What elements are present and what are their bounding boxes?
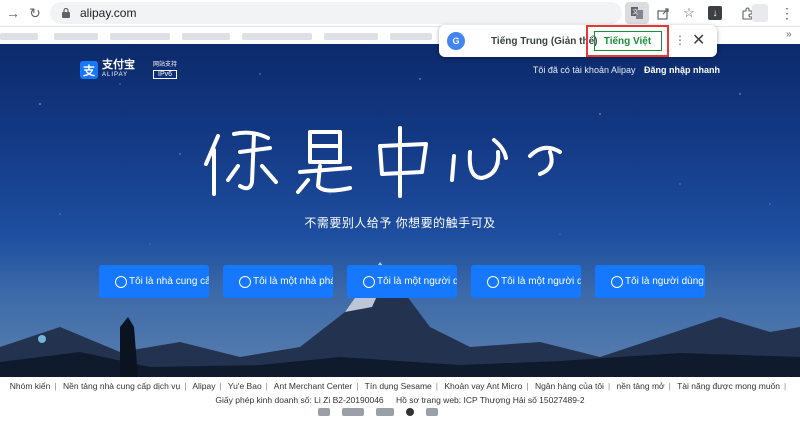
account-prompt-link[interactable]: Tôi đã có tài khoản Alipay xyxy=(533,65,636,75)
role-personal-button[interactable]: Tôi là người dùng cá nhân xyxy=(595,265,705,298)
bookmark-item[interactable] xyxy=(182,33,230,40)
google-translate-icon: G xyxy=(447,32,465,50)
source-language-tab[interactable]: Tiếng Trung (Giản thể) xyxy=(491,36,597,47)
trust-badges xyxy=(318,408,438,416)
bookmark-item[interactable] xyxy=(54,33,98,40)
url-text: alipay.com xyxy=(80,6,137,20)
role-developer-button[interactable]: Tôi là một nhà phát triển xyxy=(223,265,333,298)
bookmark-item[interactable] xyxy=(242,33,312,40)
quick-login-link[interactable]: Đăng nhập nhanh xyxy=(644,65,720,75)
footer-link[interactable]: nền tảng mở xyxy=(617,381,665,391)
address-bar[interactable]: alipay.com xyxy=(50,2,622,24)
alipay-logo[interactable]: 支 支付宝 ALIPAY 网站支持 IPv6 xyxy=(80,60,178,80)
translate-icon[interactable]: 文 xyxy=(625,2,649,24)
security-badge-icon[interactable] xyxy=(406,408,414,416)
alipay-logo-icon: 支 xyxy=(80,61,98,79)
footer-links: Nhóm kiến | Nền tảng nhà cung cấp dịch vụ… xyxy=(9,381,787,391)
footer-link[interactable]: Alipay xyxy=(192,381,215,391)
role-buttons: Tôi là nhà cung cấp Tôi là một nhà phát … xyxy=(99,265,705,298)
close-icon[interactable]: ✕ xyxy=(692,30,705,50)
ipv6-badge-top: 网站支持 xyxy=(153,61,178,68)
logo-wordmark: 支付宝 ALIPAY xyxy=(102,60,135,80)
footer-link[interactable]: Nền tảng nhà cung cấp dịch vụ xyxy=(63,381,180,391)
alipay-hero: 支 支付宝 ALIPAY 网站支持 IPv6 Tôi đã có tài kho… xyxy=(0,44,800,377)
bookmark-star-icon[interactable]: ☆ xyxy=(677,2,701,24)
role-label: Tôi là người dùng cá nhân xyxy=(625,276,705,287)
translate-options-icon[interactable]: ⋮ xyxy=(674,33,686,47)
hero-tagline: 不需要别人给予 你想要的触手可及 xyxy=(304,216,496,230)
role-label: Tôi là một nhà phát triển xyxy=(253,276,333,287)
footer-link[interactable]: Khoản vay Ant Micro xyxy=(444,381,522,391)
footer-link[interactable]: Yu'e Bao xyxy=(228,381,262,391)
developer-icon xyxy=(239,275,251,288)
icp-record-link[interactable]: Hồ sơ trang web: ICP Thượng Hải số 15027… xyxy=(396,395,585,405)
bookmark-item[interactable] xyxy=(0,33,38,40)
bookmark-item[interactable] xyxy=(324,33,378,40)
footer-link[interactable]: Ant Merchant Center xyxy=(274,381,352,391)
share-icon[interactable] xyxy=(651,2,675,24)
ipv6-badge-bottom: IPv6 xyxy=(153,69,178,79)
role-label: Tôi là một người dùng xyxy=(501,276,581,287)
target-language-highlight: Tiếng Việt xyxy=(586,25,669,57)
trust-badge-icon[interactable] xyxy=(426,408,438,416)
back-icon[interactable]: → xyxy=(2,2,24,24)
footer-link[interactable]: Nhóm kiến xyxy=(10,381,51,391)
verisign-badge-icon[interactable] xyxy=(342,408,364,416)
bookmark-item[interactable] xyxy=(110,33,170,40)
profile-avatar[interactable] xyxy=(752,4,768,22)
translate-popup: G Tiếng Trung (Giản thể) Tiếng Việt ⋮ ✕ xyxy=(439,25,717,57)
trust-badge-icon[interactable] xyxy=(376,408,394,416)
lock-icon xyxy=(62,7,70,18)
footer-link[interactable]: Ngân hàng của tôi xyxy=(535,381,604,391)
more-bookmarks-icon[interactable]: » xyxy=(786,29,792,40)
browser-toolbar: → ↻ alipay.com 文 ☆ ↓ ⋮ xyxy=(0,0,800,27)
ipv6-badge: 网站支持 IPv6 xyxy=(153,61,178,79)
reload-icon[interactable]: ↻ xyxy=(24,2,46,24)
download-icon[interactable]: ↓ xyxy=(703,2,727,24)
footer-link[interactable]: Tài năng được mong muốn xyxy=(677,381,780,391)
role-user-button[interactable]: Tôi là một người dùng xyxy=(347,265,457,298)
role-label: Tôi là một người dùng xyxy=(377,276,457,287)
bookmark-item[interactable] xyxy=(390,33,432,40)
trust-badge-icon[interactable] xyxy=(318,408,330,416)
browser-menu-icon[interactable]: ⋮ xyxy=(780,5,794,22)
user-icon xyxy=(363,275,375,288)
supplier-icon xyxy=(115,275,127,288)
role-label: Tôi là nhà cung cấp xyxy=(129,276,209,287)
target-language-tab[interactable]: Tiếng Việt xyxy=(593,31,662,51)
merchant-icon xyxy=(487,275,499,288)
role-supplier-button[interactable]: Tôi là nhà cung cấp xyxy=(99,265,209,298)
footer-link[interactable]: Tín dụng Sesame xyxy=(365,381,432,391)
personal-icon xyxy=(611,275,623,288)
svg-text:文: 文 xyxy=(632,8,638,16)
site-footer: Nhóm kiến | Nền tảng nhà cung cấp dịch vụ… xyxy=(0,377,800,421)
role-merchant-button[interactable]: Tôi là một người dùng xyxy=(471,265,581,298)
legal-info: Giấy phép kinh doanh số: Li Zi B2-201900… xyxy=(0,395,800,405)
logo-sub: ALIPAY xyxy=(102,72,129,78)
calligraphy-slogan xyxy=(204,126,562,198)
business-license-link[interactable]: Giấy phép kinh doanh số: Li Zi B2-201900… xyxy=(215,395,383,405)
account-links: Tôi đã có tài khoản Alipay Đăng nhập nha… xyxy=(533,65,720,75)
